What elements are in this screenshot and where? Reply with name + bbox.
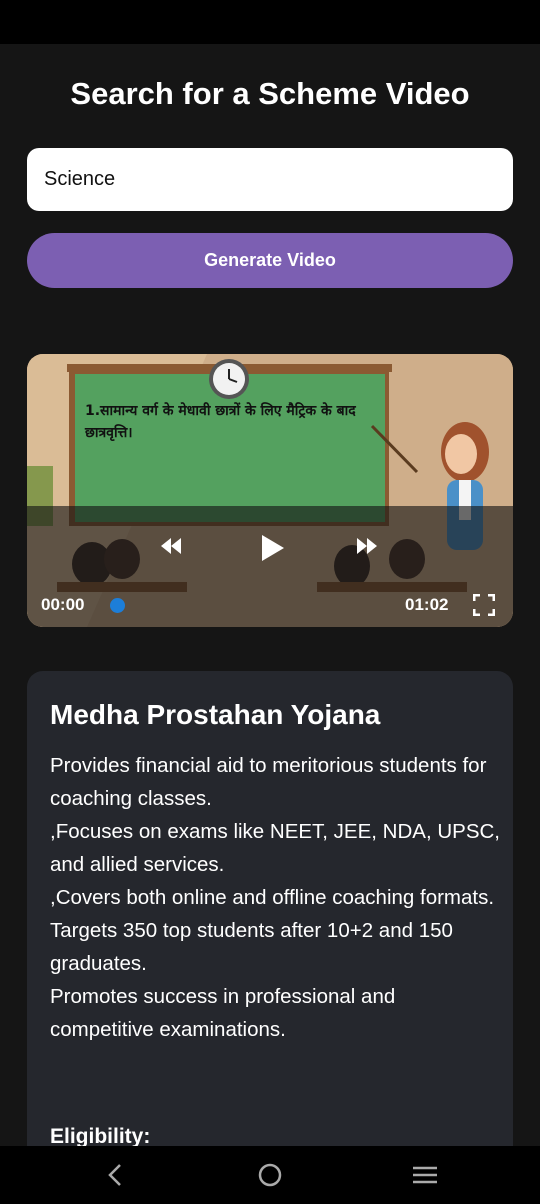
search-input[interactable] — [27, 148, 513, 211]
scheme-info-card: Medha Prostahan Yojana Provides financia… — [27, 671, 513, 1191]
video-board-text: 1.सामान्य वर्ग के मेधावी छात्रों के लिए … — [85, 403, 356, 441]
video-total-time: 01:02 — [405, 595, 449, 614]
home-icon[interactable] — [255, 1160, 285, 1190]
fullscreen-icon[interactable] — [473, 594, 495, 616]
system-navigation-bar — [0, 1146, 540, 1204]
scheme-description: Provides financial aid to meritorious st… — [50, 754, 500, 1041]
play-icon[interactable] — [259, 534, 285, 562]
scheme-title: Medha Prostahan Yojana — [50, 699, 381, 730]
video-current-time: 00:00 — [41, 595, 85, 614]
fast-forward-icon[interactable] — [355, 538, 379, 554]
back-icon[interactable] — [100, 1160, 130, 1190]
seek-bar-thumb[interactable] — [110, 598, 125, 613]
rewind-icon[interactable] — [159, 538, 183, 554]
generate-video-button[interactable]: Generate Video — [27, 233, 513, 288]
recents-icon[interactable] — [410, 1160, 440, 1190]
video-player[interactable]: 1.सामान्य वर्ग के मेधावी छात्रों के लिए … — [27, 354, 513, 627]
status-bar — [0, 0, 540, 44]
page-title: Search for a Scheme Video — [70, 76, 470, 111]
